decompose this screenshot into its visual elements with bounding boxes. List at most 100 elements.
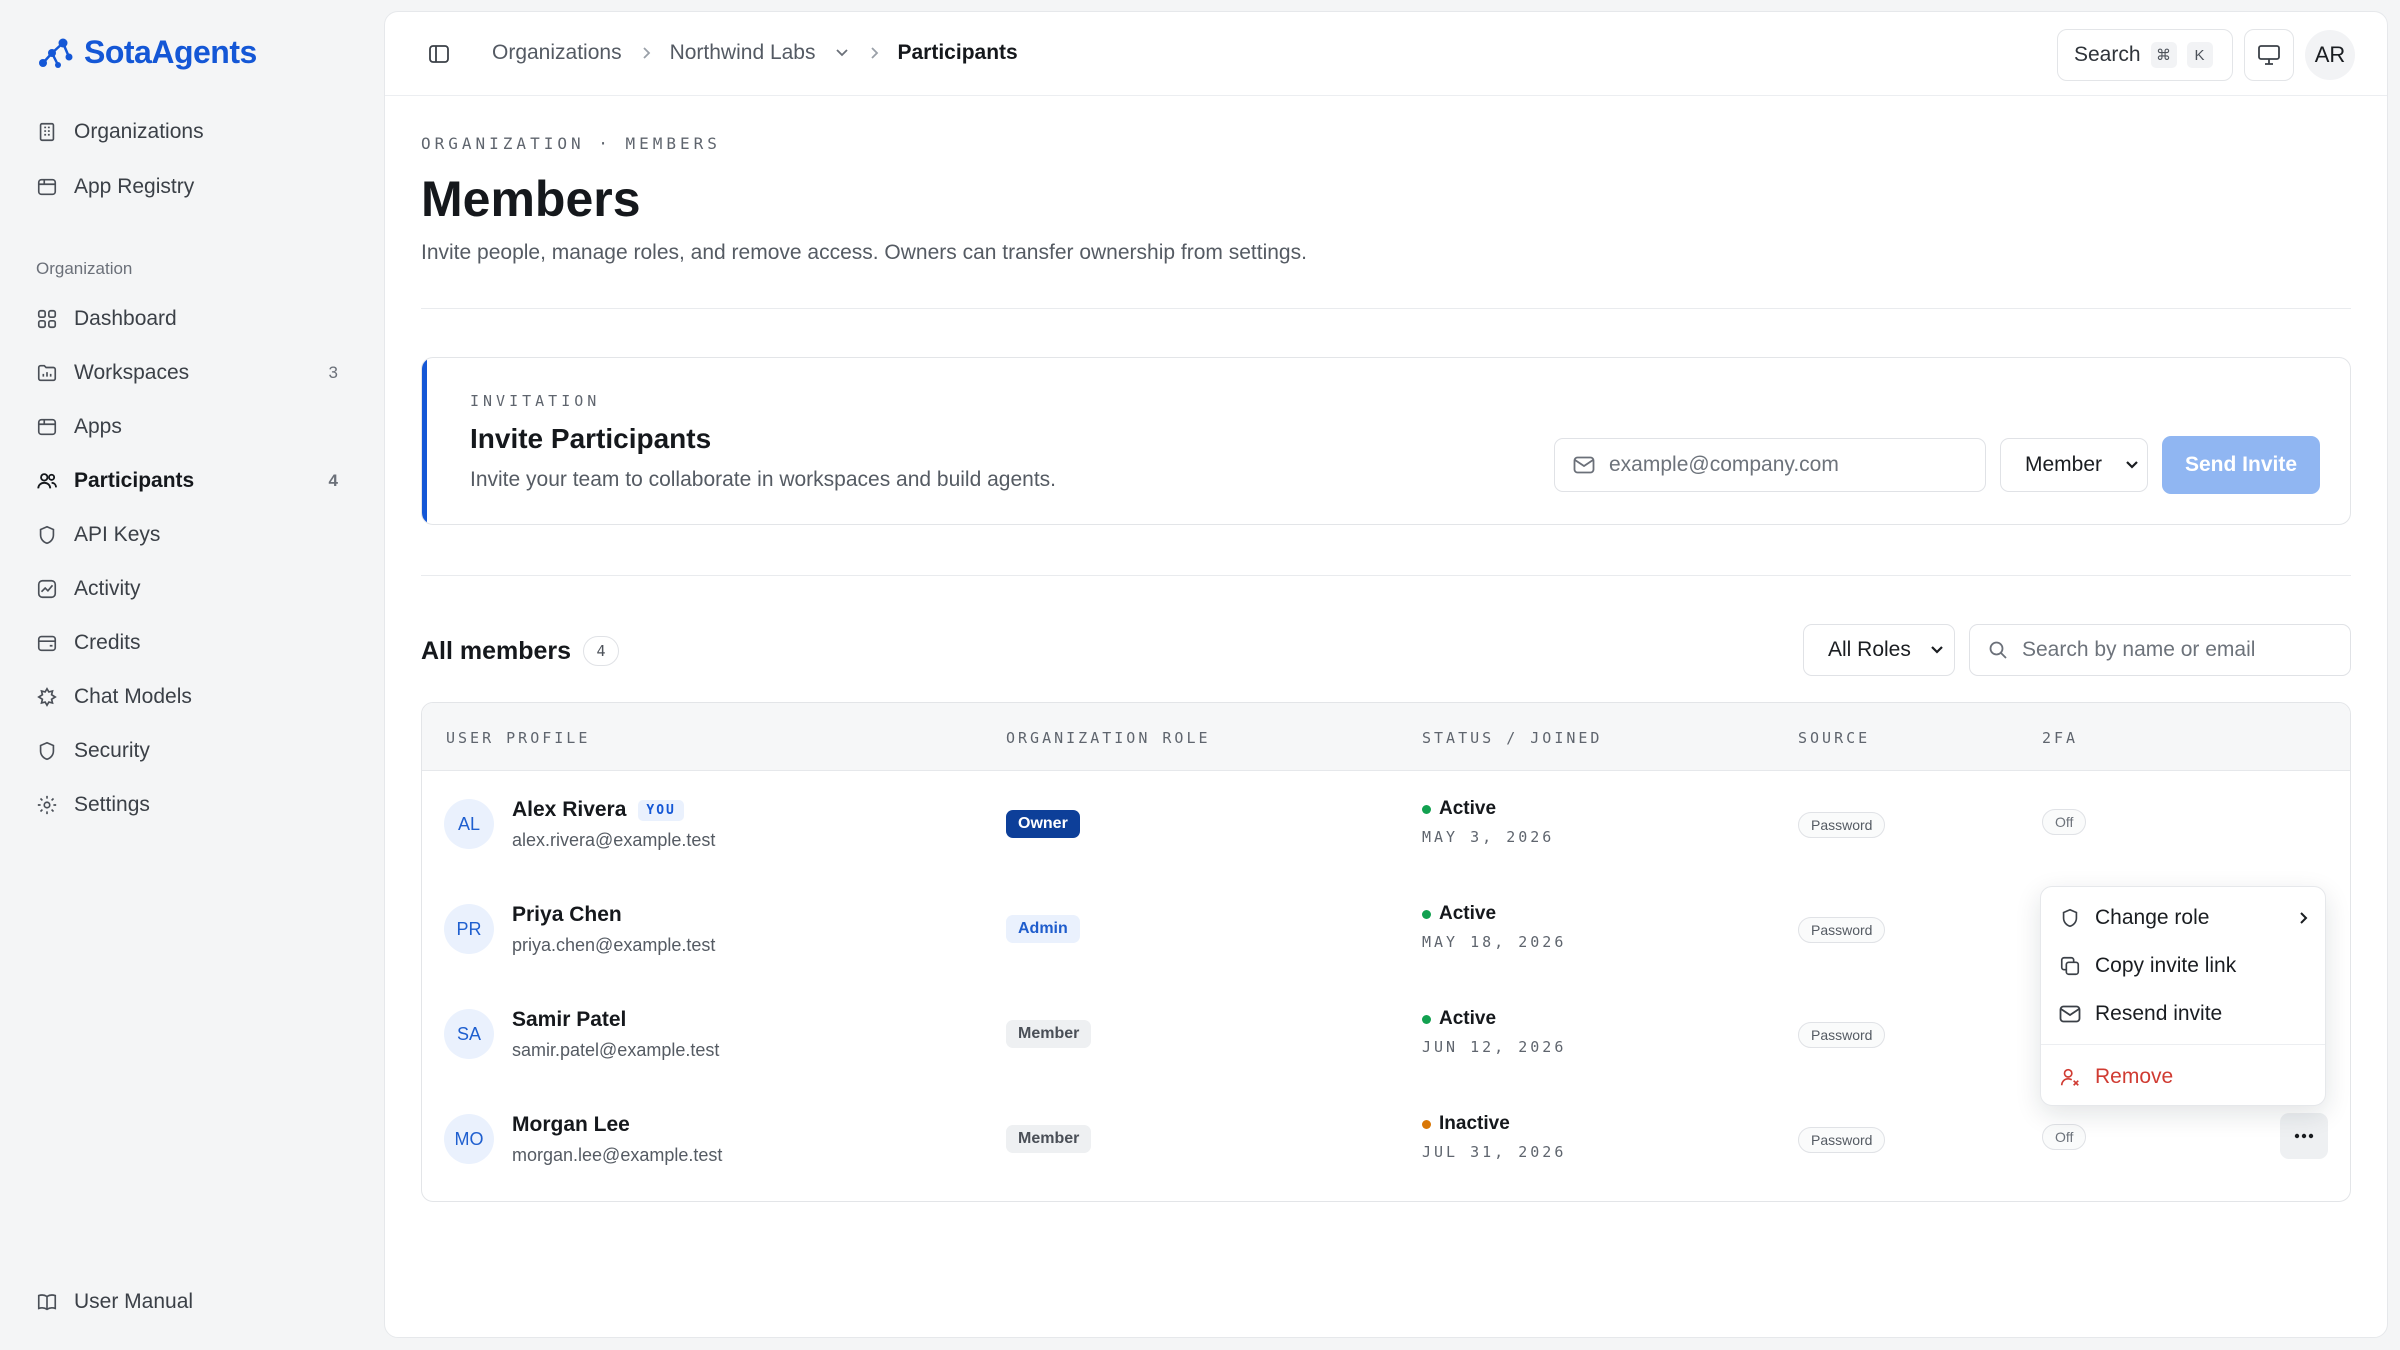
chevron-down-icon[interactable] [834, 47, 850, 59]
kbd-cmd: ⌘ [2150, 42, 2177, 68]
sidebar-item-chat-models[interactable]: Chat Models [22, 674, 352, 720]
invite-title: Invite Participants [470, 423, 712, 454]
page-description: Invite people, manage roles, and remove … [421, 241, 1307, 264]
you-badge: YOU [638, 799, 684, 821]
column-header-2fa: 2FA [2042, 729, 2079, 747]
wallet-icon [37, 635, 57, 652]
sidebar-item-label: App Registry [74, 175, 195, 198]
members-header: All members 4 [421, 636, 620, 666]
twofa-badge: Off [2042, 809, 2087, 835]
monitor-icon [2258, 45, 2280, 65]
sidebar-item-security[interactable]: Security [22, 728, 352, 774]
sidebar-item-credits[interactable]: Credits [22, 620, 352, 666]
sidebar-item-label: Organizations [74, 120, 204, 143]
activity-icon [37, 579, 57, 599]
invite-email-field[interactable] [1554, 438, 1986, 492]
member-search-input[interactable] [2022, 638, 2342, 662]
brand[interactable]: SotaAgents [36, 34, 257, 71]
menu-item-remove[interactable]: Remove [2059, 1057, 2309, 1097]
breadcrumb-current: Participants [897, 41, 1018, 64]
divider [421, 308, 2351, 309]
member-name-line: Priya Chen [512, 903, 622, 927]
mail-icon [2059, 1005, 2081, 1023]
mail-icon [1573, 456, 1595, 474]
copy-icon [2060, 956, 2080, 976]
avatar: MO [444, 1114, 494, 1164]
row-context-menu: Change role Copy invite link Resend invi… [2040, 886, 2326, 1106]
user-avatar[interactable]: AR [2305, 30, 2355, 80]
sidebar: SotaAgents Organizations App Registry Or… [0, 0, 382, 1350]
status-dot [1422, 804, 1431, 814]
search-button[interactable]: Search ⌘ K [2057, 29, 2233, 81]
sidebar-item-workspaces[interactable]: Workspaces 3 [22, 350, 352, 396]
top-bar: Organizations Northwind Labs Participant… [385, 12, 2387, 96]
member-email: samir.patel@example.test [512, 1040, 720, 1060]
member-search-field[interactable] [1969, 624, 2351, 676]
sidebar-item-settings[interactable]: Settings [22, 782, 352, 828]
menu-item-resend-invite[interactable]: Resend invite [2059, 994, 2309, 1034]
send-invite-button[interactable]: Send Invite [2162, 436, 2320, 494]
menu-item-change-role[interactable]: Change role [2059, 898, 2309, 938]
joined-date: JUL 31, 2026 [1422, 1143, 1567, 1161]
page-eyebrow: ORGANIZATION · MEMBERS [421, 134, 721, 153]
menu-item-copy-invite-link[interactable]: Copy invite link [2059, 946, 2309, 986]
sidebar-item-label: Dashboard [74, 307, 177, 330]
sidebar-item-apps[interactable]: Apps [22, 404, 352, 450]
breadcrumb-organizations[interactable]: Organizations [492, 41, 622, 65]
sidebar-item-user-manual[interactable]: User Manual [22, 1279, 352, 1325]
kbd-k: K [2186, 42, 2213, 68]
menu-item-label: Remove [2095, 1065, 2174, 1088]
chevron-right-icon [642, 47, 650, 59]
invite-email-input[interactable] [1609, 453, 1969, 477]
status-text: Active [1439, 1008, 1497, 1029]
role-badge: Owner [1006, 810, 1080, 838]
sidebar-item-app-registry[interactable]: App Registry [22, 164, 352, 210]
menu-item-label: Change role [2095, 906, 2210, 929]
menu-item-label: Resend invite [2095, 1002, 2223, 1025]
page-title: Members [421, 171, 641, 227]
display-button[interactable] [2244, 29, 2294, 81]
user-remove-icon [2060, 1068, 2079, 1086]
invite-role-select[interactable]: Member [2000, 438, 2148, 492]
sidebar-item-label: Settings [74, 793, 150, 816]
sidebar-item-activity[interactable]: Activity [22, 566, 352, 612]
status-text: Active [1439, 903, 1497, 924]
sidebar-item-organizations[interactable]: Organizations [22, 109, 352, 155]
sidebar-item-participants[interactable]: Participants 4 [22, 458, 352, 504]
invite-card: INVITATION Invite Participants Invite yo… [421, 357, 2351, 525]
chevron-down-icon [2126, 461, 2138, 469]
member-name: Alex Rivera [512, 798, 627, 821]
table-row[interactable]: AL Alex Rivera YOU alex.rivera@example.t… [422, 772, 2350, 877]
role-badge: Member [1006, 1125, 1092, 1153]
role-filter-select[interactable]: All Roles [1803, 624, 1955, 676]
member-email: morgan.lee@example.test [512, 1145, 723, 1165]
breadcrumb-org-name[interactable]: Northwind Labs [670, 41, 816, 65]
sparkle-icon [37, 687, 57, 707]
members-count-badge: 4 [583, 636, 620, 666]
twofa-badge: Off [2042, 1124, 2087, 1150]
source-badge: Password [1798, 812, 1886, 838]
status-indicator: Active [1422, 1008, 1496, 1030]
status-text: Active [1439, 798, 1497, 819]
joined-date: MAY 18, 2026 [1422, 933, 1567, 951]
sidebar-item-label: Participants [74, 469, 195, 492]
table-header: USER PROFILE ORGANIZATION ROLE STATUS / … [422, 703, 2350, 771]
shield-icon [2062, 908, 2078, 928]
status-dot [1422, 909, 1431, 919]
avatar: SA [444, 1009, 494, 1059]
joined-date: MAY 3, 2026 [1422, 828, 1555, 846]
sidebar-item-api-keys[interactable]: API Keys [22, 512, 352, 558]
sidebar-item-label: Workspaces [74, 361, 190, 384]
invite-eyebrow: INVITATION [470, 392, 601, 410]
role-badge: Admin [1006, 915, 1080, 943]
menu-item-label: Copy invite link [2095, 954, 2237, 977]
sidebar-section-label: Organization [36, 259, 133, 278]
column-header-role: ORGANIZATION ROLE [1006, 729, 1211, 747]
invite-role-value: Member [2025, 453, 2103, 476]
sidebar-item-dashboard[interactable]: Dashboard [22, 296, 352, 342]
sidebar-toggle-icon[interactable] [427, 42, 451, 66]
members-title: All members [421, 636, 572, 665]
row-actions-button[interactable] [2280, 1113, 2328, 1159]
more-horizontal-icon [2294, 1133, 2314, 1139]
folder-icon [37, 364, 57, 382]
